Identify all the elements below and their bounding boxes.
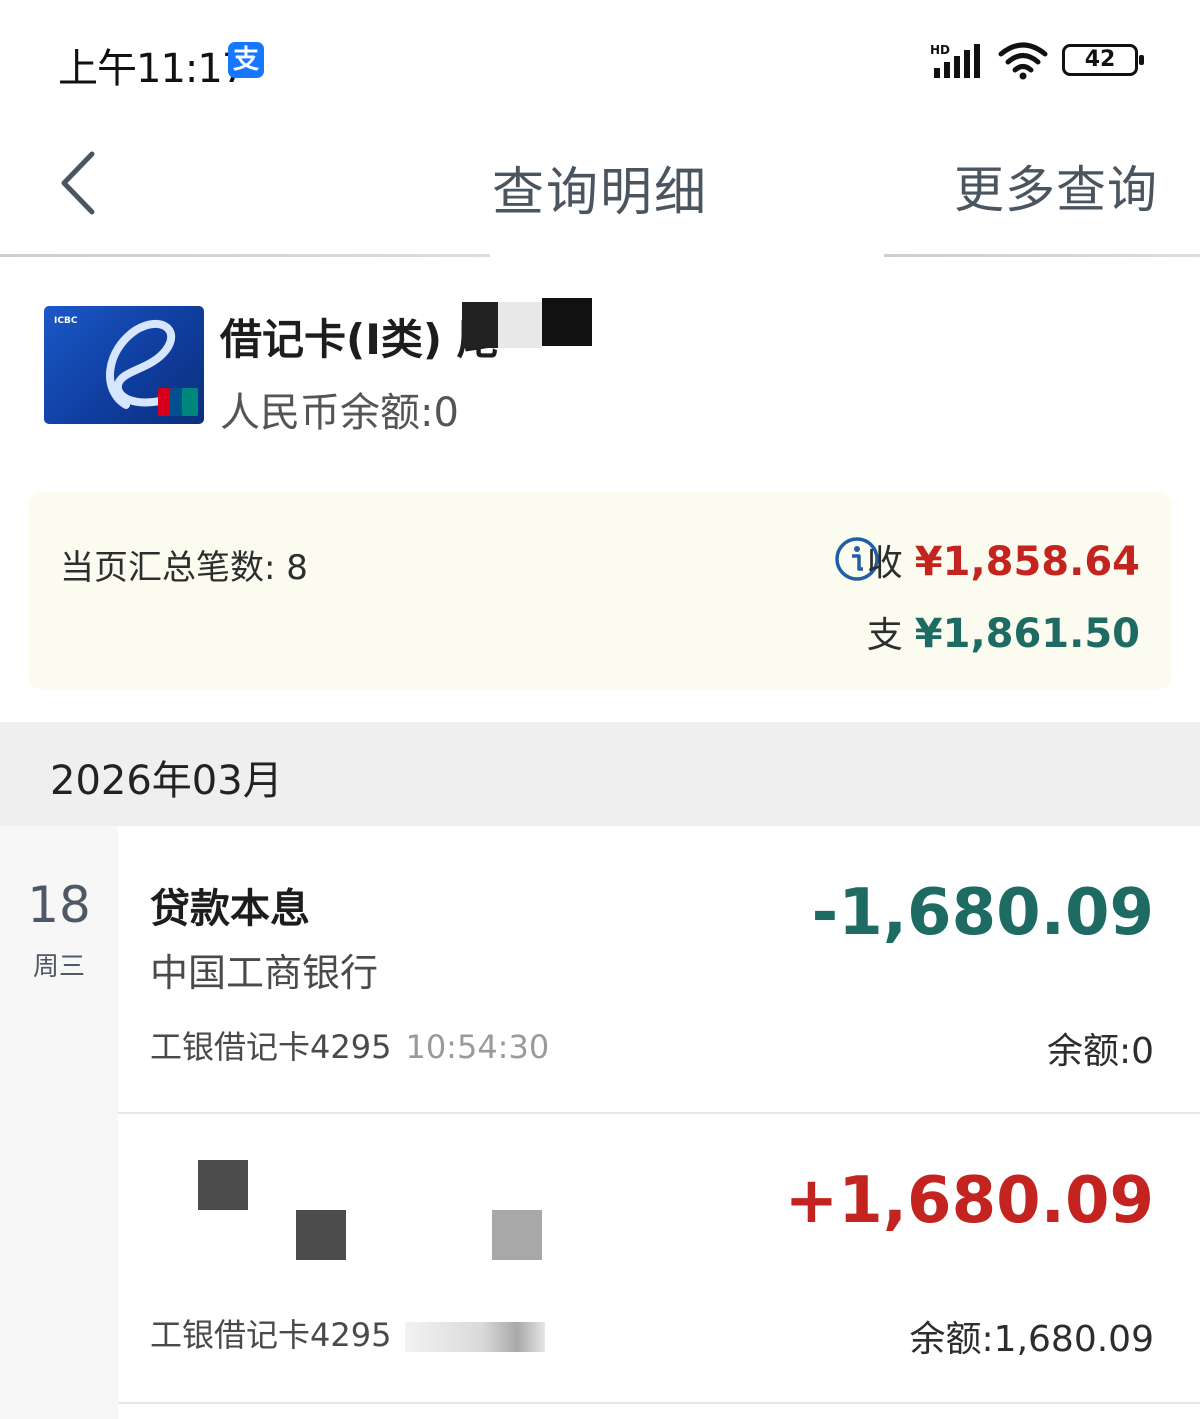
header-divider-left [0,254,490,257]
header-divider-right [884,254,1200,257]
transaction-item[interactable]: 贷款本息 中国工商银行 工银借记卡4295 10:54:30 -1,680.09 … [118,826,1200,1114]
transaction-time-redacted [405,1322,546,1352]
card-balance: 人民币余额:0 [220,390,459,436]
income-summary: 收 ¥1,858.64 [867,534,1140,586]
card-image: ICBC [44,306,204,424]
network-label: HD [930,43,950,57]
redaction-mosaic [492,1210,542,1260]
status-bar: 上午11:17 支 HD 42 [0,0,1200,120]
month-label: 2026年03月 [50,758,283,804]
transaction-amount: +1,680.09 [784,1164,1154,1238]
transaction-account-name: 工银借记卡4295 [150,1028,392,1066]
card-info[interactable]: ICBC 借记卡(I类) 尾 人民币余额:0 [0,258,1200,486]
expense-amount: ¥1,861.50 [914,611,1140,657]
alipay-icon: 支 [228,42,264,78]
wifi-icon [998,42,1048,80]
transaction-account: 工银借记卡4295 10:54:30 [150,1022,549,1068]
expense-summary: 支 ¥1,861.50 [867,606,1140,658]
unionpay-icon [158,388,198,416]
more-query-button[interactable]: 更多查询 [954,150,1158,222]
summary-panel: 当页汇总笔数: 8 收 ¥1,858.64 支 ¥1,861.50 [28,492,1172,690]
transaction-balance: 余额:1,680.09 [909,1319,1154,1360]
transaction-account-name: 工银借记卡4295 [150,1316,392,1354]
transaction-amount: -1,680.09 [811,876,1154,950]
transaction-title: 贷款本息 [150,886,310,932]
nav-header: 查询明细 更多查询 [0,120,1200,258]
transaction-list: 贷款本息 中国工商银行 工银借记卡4295 10:54:30 -1,680.09 … [118,826,1200,1419]
transaction-bank: 中国工商银行 [150,951,379,995]
redaction-mosaic [296,1210,346,1260]
date-column: 18 周三 [0,826,118,1419]
card-number-mask [462,298,592,348]
income-label: 收 [866,543,903,584]
transaction-account: 工银借记卡4295 [150,1310,546,1356]
card-brand: ICBC [54,316,78,326]
expense-label: 支 [866,615,903,656]
transaction-item[interactable]: 工银借记卡4295 +1,680.09 余额:1,680.09 [118,1114,1200,1404]
battery-icon: 42 [1062,44,1144,76]
date-day: 18 [27,876,91,934]
transaction-time: 10:54:30 [405,1028,550,1066]
card-name: 借记卡(I类) 尾 [220,315,499,364]
month-header: 2026年03月 [0,722,1200,826]
date-weekday: 周三 [32,952,85,982]
signal-icon: HD [930,43,980,78]
status-time: 上午11:17 [58,46,247,92]
summary-count: 当页汇总笔数: 8 [60,548,308,588]
income-amount: ¥1,858.64 [914,539,1140,585]
transaction-balance: 余额:0 [1046,1031,1154,1072]
battery-level: 42 [1084,47,1116,72]
redaction-mosaic [198,1160,248,1210]
